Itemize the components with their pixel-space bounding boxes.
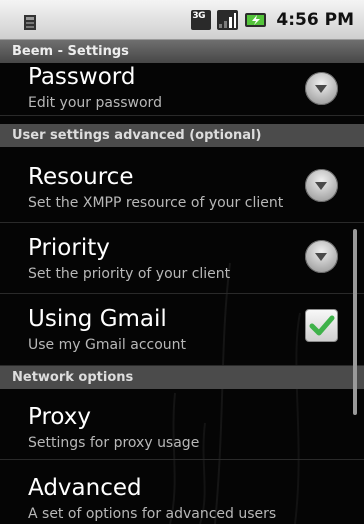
pref-summary: Edit your password (28, 96, 162, 110)
pref-title: Priority (28, 237, 110, 260)
window-title: Beem - Settings (0, 40, 364, 63)
network-type-icon: 3G (191, 10, 211, 30)
settings-list[interactable]: Password Edit your password User setting… (0, 63, 364, 524)
battery-charging-icon (244, 11, 268, 29)
chevron-down-icon[interactable] (305, 72, 338, 105)
pref-proxy[interactable]: Proxy Settings for proxy usage (0, 389, 364, 460)
pref-summary: Settings for proxy usage (28, 436, 199, 450)
pref-title: Using Gmail (28, 308, 167, 331)
pref-advanced[interactable]: Advanced A set of options for advanced u… (0, 460, 364, 524)
pref-priority[interactable]: Priority Set the priority of your client (0, 223, 364, 294)
category-header-advanced: User settings advanced (optional) (0, 124, 364, 147)
pref-title: Advanced (28, 477, 142, 500)
pref-summary: A set of options for advanced users (28, 507, 276, 521)
gmail-checkbox[interactable] (305, 309, 338, 342)
status-bar: 3G 4:56 PM (0, 0, 364, 40)
pref-summary: Use my Gmail account (28, 338, 186, 352)
pref-title: Password (28, 66, 135, 89)
checkmark-icon (309, 313, 335, 339)
pref-summary: Set the XMPP resource of your client (28, 196, 283, 210)
pref-password[interactable]: Password Edit your password (0, 63, 364, 116)
pref-using-gmail[interactable]: Using Gmail Use my Gmail account (0, 294, 364, 366)
signal-strength-icon (217, 10, 238, 30)
scrollbar[interactable] (353, 229, 357, 415)
pref-title: Proxy (28, 406, 91, 429)
chevron-down-icon[interactable] (305, 169, 338, 202)
clock: 4:56 PM (276, 10, 354, 30)
pref-resource[interactable]: Resource Set the XMPP resource of your c… (0, 147, 364, 223)
category-header-network: Network options (0, 366, 364, 389)
notification-icon (23, 13, 39, 32)
pref-summary: Set the priority of your client (28, 267, 230, 281)
chevron-down-icon[interactable] (305, 240, 338, 273)
pref-title: Resource (28, 166, 133, 189)
